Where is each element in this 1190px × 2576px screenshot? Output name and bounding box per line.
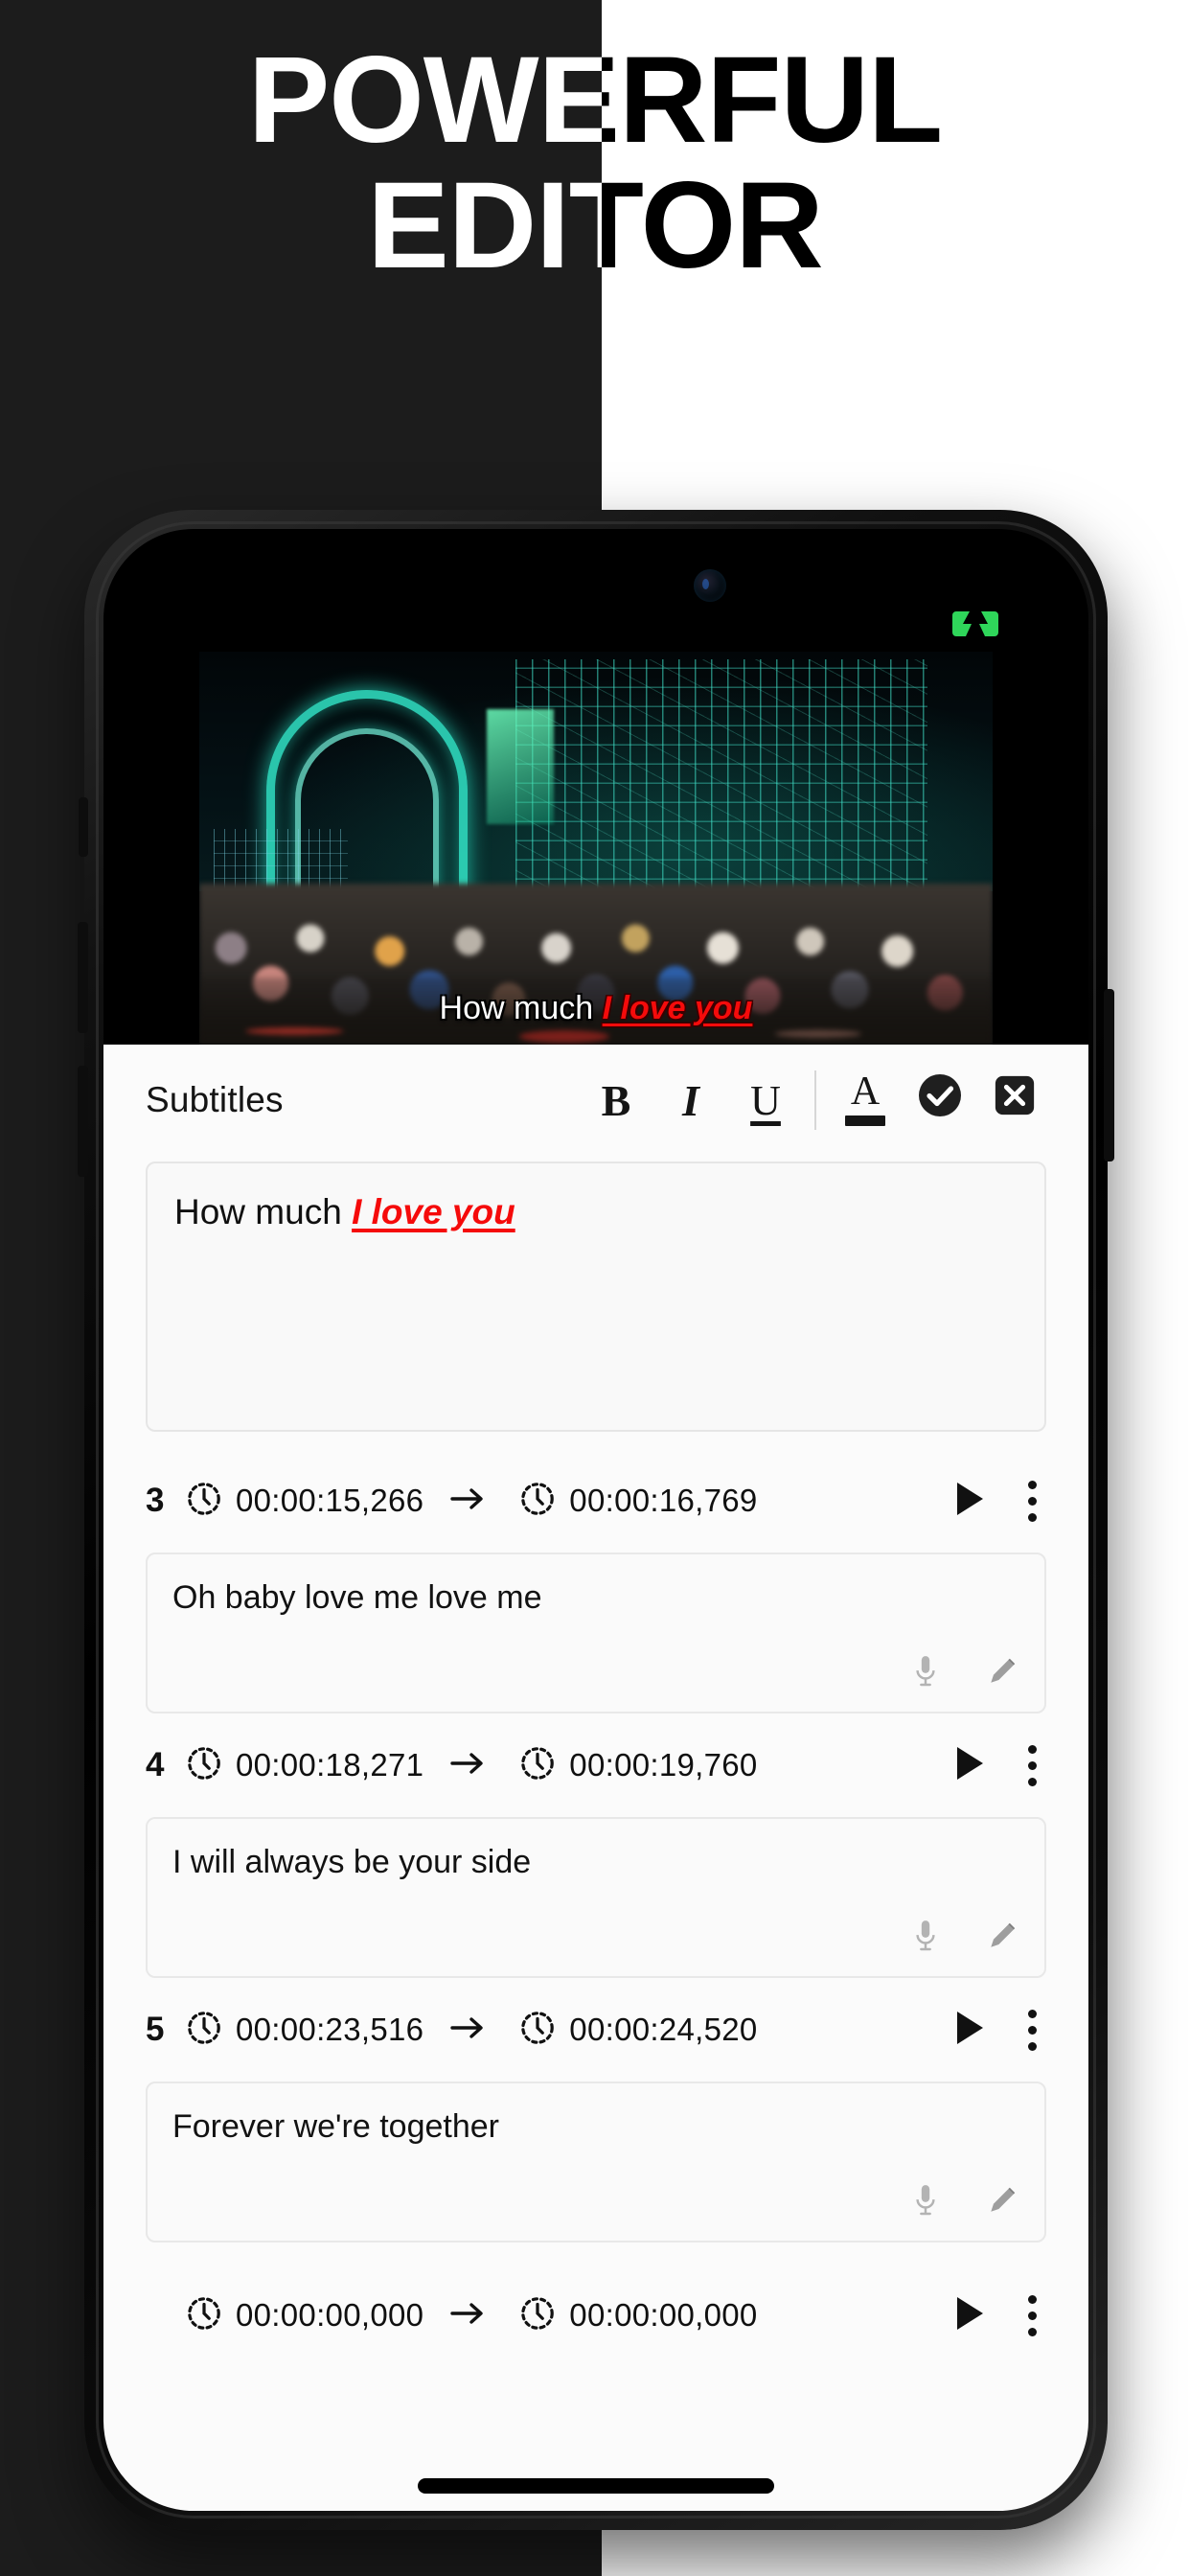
battery-charging-icon [950,610,1000,638]
editor-title: Subtitles [146,1080,284,1119]
clock-icon [519,1745,556,1786]
toolbar-divider [814,1070,816,1130]
row-text: Oh baby love me love me [172,1579,542,1616]
phone-mockup: How much I love you Subtitles B I U A Ho… [78,510,1114,2530]
microphone-icon[interactable] [912,1653,939,1694]
stage-truss-left [214,829,348,891]
row-actions [953,1741,1046,1790]
clock-icon [519,2295,556,2336]
power-button[interactable] [1104,989,1114,1162]
more-vertical-icon[interactable] [1018,2006,1046,2055]
stage-scaffolding [515,659,927,899]
play-icon[interactable] [953,2009,986,2052]
row-text-card[interactable]: I will always be your side [146,1817,1046,1978]
clock-icon [186,2010,222,2051]
editor-toolbar: Subtitles B I U A [103,1045,1088,1156]
row-start-time[interactable]: 00:00:00,000 [236,2297,423,2334]
play-icon[interactable] [953,1744,986,1787]
microphone-icon[interactable] [912,1918,939,1959]
row-index: 5 [146,2011,165,2048]
clock-icon [519,1481,556,1522]
subtitles-editor-sheet: Subtitles B I U A How much I love you 3 … [103,1045,1088,2511]
subtitle-plain-text: How much [439,990,603,1026]
row-index: 3 [146,1482,165,1519]
list-item-partial[interactable]: 00:00:00,000 00:00:00,000 [103,2264,1088,2367]
pencil-icon[interactable] [985,1654,1019,1693]
close-x-icon [993,1073,1037,1127]
subtitle-edit-text: How much I love you [174,1192,1018,1232]
phone-screen: How much I love you Subtitles B I U A Ho… [103,529,1088,2511]
row-text-card[interactable]: Forever we're together [146,2082,1046,2242]
stage-led-panel [487,709,554,824]
italic-button[interactable]: I [653,1063,728,1138]
play-icon[interactable] [953,1480,986,1523]
row-card-icons [912,1918,1019,1959]
row-index: 4 [146,1746,165,1783]
arrow-right-icon [448,1484,487,1518]
toolbar-actions: B I U A [579,1063,1052,1138]
row-card-icons [912,2182,1019,2223]
row-actions [953,2291,1046,2340]
arrow-right-icon [448,1749,487,1782]
row-header: 3 00:00:15,266 00:00:16,769 [146,1449,1046,1552]
list-item[interactable]: 4 00:00:18,271 00:00:19,760 I will alway… [103,1714,1088,1978]
more-vertical-icon[interactable] [1018,1741,1046,1790]
video-frame: How much I love you [199,652,993,1045]
home-indicator[interactable] [418,2478,774,2494]
clock-icon [186,1745,222,1786]
confirm-check-icon [917,1072,963,1128]
row-text: I will always be your side [172,1844,532,1880]
more-vertical-icon[interactable] [1018,1477,1046,1526]
pencil-icon[interactable] [985,2183,1019,2222]
row-end-time[interactable]: 00:00:19,760 [569,1747,757,1783]
edit-plain-text: How much [174,1192,353,1231]
more-vertical-icon[interactable] [1018,2291,1046,2340]
clock-icon [186,2295,222,2336]
clock-icon [186,1481,222,1522]
confirm-button[interactable] [903,1063,977,1138]
clock-icon [519,2010,556,2051]
play-icon[interactable] [953,2294,986,2337]
bold-button[interactable]: B [579,1063,653,1138]
row-end-time[interactable]: 00:00:16,769 [569,1483,757,1519]
row-card-icons [912,1653,1019,1694]
arrow-right-icon [448,2013,487,2047]
text-color-icon: A [845,1070,885,1126]
row-header: 5 00:00:23,516 00:00:24,520 [146,1978,1046,2082]
row-end-time[interactable]: 00:00:00,000 [569,2297,757,2334]
edit-styled-text: I love you [352,1192,515,1231]
microphone-icon[interactable] [912,2182,939,2223]
row-start-time[interactable]: 00:00:18,271 [236,1747,423,1783]
text-color-swatch [845,1115,885,1126]
row-actions [953,2006,1046,2055]
list-item[interactable]: 3 00:00:15,266 00:00:16,769 Oh baby love… [103,1449,1088,1714]
front-camera [694,569,726,602]
row-header: 4 00:00:18,271 00:00:19,760 [146,1714,1046,1817]
video-subtitle-overlay: How much I love you [199,990,993,1027]
row-header: 00:00:00,000 00:00:00,000 [146,2264,1046,2367]
row-end-time[interactable]: 00:00:24,520 [569,2012,757,2048]
notch [395,529,797,636]
list-item[interactable]: 5 00:00:23,516 00:00:24,520 Forever we'r… [103,1978,1088,2242]
text-color-button[interactable]: A [828,1063,903,1138]
row-text-card[interactable]: Oh baby love me love me [146,1552,1046,1714]
mute-switch[interactable] [79,797,88,857]
video-preview[interactable]: How much I love you [103,652,1088,1045]
text-color-letter: A [850,1070,881,1115]
pencil-icon[interactable] [985,1919,1019,1958]
row-actions [953,1477,1046,1526]
arrow-right-icon [448,2299,487,2333]
subtitle-styled-text: I love you [602,990,753,1026]
subtitle-list[interactable]: 3 00:00:15,266 00:00:16,769 Oh baby love… [103,1449,1088,2367]
subtitle-edit-field[interactable]: How much I love you [146,1162,1046,1432]
row-start-time[interactable]: 00:00:23,516 [236,2012,423,2048]
underline-button[interactable]: U [728,1063,803,1138]
volume-down-button[interactable] [78,1066,88,1177]
row-text: Forever we're together [172,2108,499,2145]
close-button[interactable] [977,1063,1052,1138]
row-start-time[interactable]: 00:00:15,266 [236,1483,423,1519]
volume-up-button[interactable] [78,922,88,1033]
